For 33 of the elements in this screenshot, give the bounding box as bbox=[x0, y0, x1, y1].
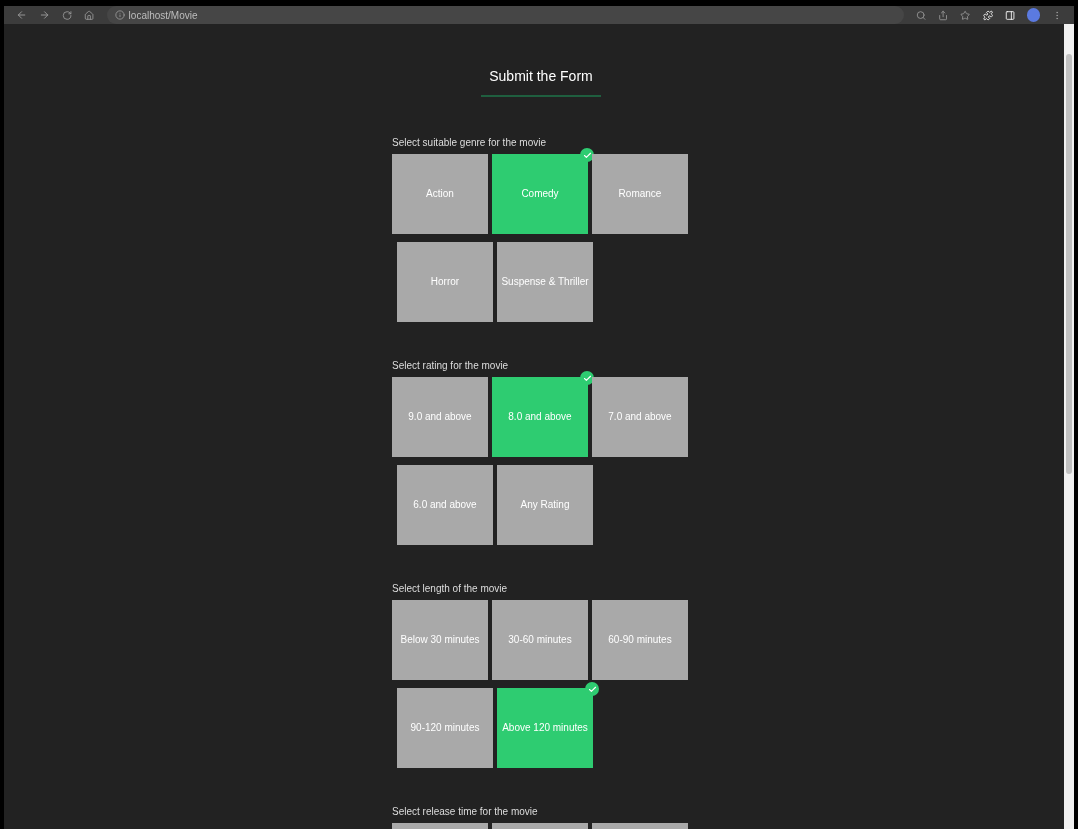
reload-icon[interactable] bbox=[62, 9, 73, 21]
profile-avatar[interactable] bbox=[1026, 8, 1040, 22]
scrollbar[interactable] bbox=[1064, 24, 1074, 829]
option-tile[interactable]: Comedy bbox=[492, 154, 588, 234]
option-tile[interactable]: Any Rating bbox=[497, 465, 593, 545]
option-tile[interactable]: Above 120 minutes bbox=[497, 688, 593, 768]
star-icon[interactable] bbox=[960, 9, 971, 21]
option-tile[interactable]: 9.0 and above bbox=[392, 377, 488, 457]
share-icon[interactable] bbox=[938, 9, 949, 21]
option-tile[interactable]: Below 30 minutes bbox=[392, 600, 488, 680]
section-label: Select suitable genre for the movie bbox=[392, 136, 547, 150]
option-tile[interactable]: Action bbox=[392, 154, 488, 234]
option-tile[interactable]: 60-90 minutes bbox=[592, 600, 688, 680]
option-tile[interactable]: 7.0 and above bbox=[592, 377, 688, 457]
puzzle-icon[interactable] bbox=[982, 9, 993, 21]
form-title: Submit the Form bbox=[489, 67, 593, 86]
section-label: Select length of the movie bbox=[392, 582, 509, 596]
section-label: Select release time for the movie bbox=[392, 805, 539, 819]
option-tile[interactable]: Romance bbox=[592, 154, 688, 234]
forward-icon[interactable] bbox=[39, 9, 51, 21]
option-tile[interactable]: 6.0 and above bbox=[397, 465, 493, 545]
back-icon[interactable] bbox=[16, 9, 28, 21]
option-tile[interactable]: 8.0 and above bbox=[492, 377, 588, 457]
address-bar[interactable]: localhost/Movie bbox=[106, 6, 904, 24]
search-icon[interactable] bbox=[915, 9, 927, 21]
section-label: Select rating for the movie bbox=[392, 359, 510, 373]
option-tile[interactable]: 30-60 minutes bbox=[492, 600, 588, 680]
option-tile[interactable]: Suspense & Thriller bbox=[497, 242, 593, 322]
info-icon bbox=[114, 10, 125, 20]
panel-icon[interactable] bbox=[1004, 9, 1015, 21]
option-tile[interactable]: Horror bbox=[397, 242, 493, 322]
home-icon[interactable] bbox=[84, 9, 95, 21]
option-tile[interactable]: 90-120 minutes bbox=[397, 688, 493, 768]
